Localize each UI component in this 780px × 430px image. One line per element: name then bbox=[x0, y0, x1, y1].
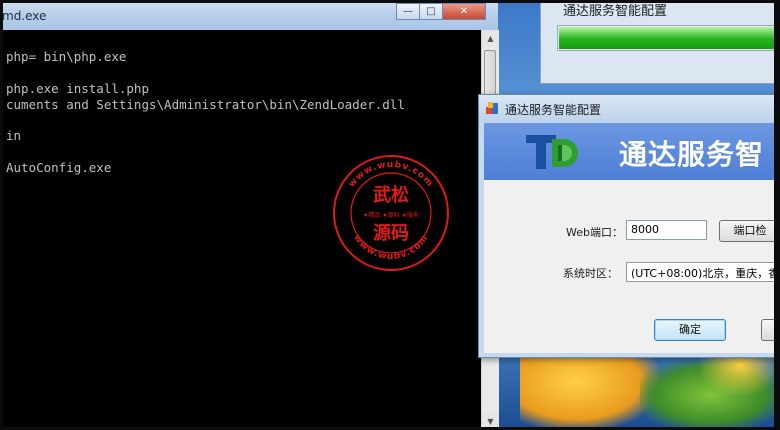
progress-bar bbox=[557, 25, 780, 51]
timezone-label: 系统时区： bbox=[563, 267, 618, 280]
watermark-stamp: www.wubv.com www.wubv.com 武松 ★精品 ★源码 ★服务… bbox=[333, 155, 449, 271]
console-line: php.exe install.php bbox=[6, 81, 149, 96]
desktop-wallpaper-flower bbox=[520, 350, 660, 430]
scroll-down-arrow-icon[interactable]: ▼ bbox=[482, 413, 499, 430]
svg-text:武松: 武松 bbox=[373, 184, 409, 206]
cancel-button[interactable] bbox=[761, 319, 780, 341]
console-line: in bbox=[6, 128, 22, 143]
scroll-up-arrow-icon[interactable]: ▲ bbox=[482, 30, 499, 47]
timezone-select[interactable]: (UTC+08:00)北京，重庆，香 bbox=[626, 262, 780, 282]
console-line: AutoConfig.exe bbox=[6, 160, 112, 175]
web-port-input[interactable]: 8000 bbox=[626, 220, 707, 240]
maximize-button[interactable]: □ bbox=[419, 3, 443, 20]
web-port-label: Web端口： bbox=[566, 226, 623, 239]
progress-bar-fill bbox=[559, 27, 777, 49]
console-line: php= bin\php.exe bbox=[6, 49, 127, 64]
config-dialog-titlebar[interactable]: 通达服务智能配置 bbox=[479, 95, 779, 123]
console-line: cuments and Settings\Administrator\bin\Z… bbox=[6, 97, 405, 112]
close-button[interactable]: ✕ bbox=[442, 3, 486, 20]
config-dialog-title: 通达服务智能配置 bbox=[505, 103, 602, 117]
progress-window-title: 通达服务智能配置 bbox=[563, 4, 668, 19]
td-logo bbox=[526, 135, 578, 169]
svg-text:★精品 ★源码 ★服务: ★精品 ★源码 ★服务 bbox=[363, 211, 419, 219]
cmd-titlebar[interactable]: md.exe — □ ✕ bbox=[0, 0, 498, 31]
cmd-window-controls: — □ ✕ bbox=[396, 3, 486, 20]
config-dialog-body: 通达服务智 Web端口： 8000 端口检 系统时区： (UTC+08:00)北… bbox=[484, 123, 780, 353]
app-icon bbox=[486, 102, 498, 114]
minimize-button[interactable]: — bbox=[396, 3, 420, 20]
banner-title: 通达服务智 bbox=[619, 138, 765, 171]
ok-button[interactable]: 确定 bbox=[654, 319, 726, 341]
scrollbar-thumb[interactable] bbox=[484, 50, 496, 98]
svg-text:源码: 源码 bbox=[373, 222, 409, 244]
config-banner: 通达服务智 bbox=[484, 123, 780, 180]
config-dialog[interactable]: 通达服务智能配置 通达服务智 Web端口： 8000 端口检 系统时区： (UT… bbox=[478, 94, 780, 358]
cmd-window-title: md.exe bbox=[2, 9, 47, 23]
progress-window: 通达服务智能配置 bbox=[540, 0, 780, 84]
port-check-button[interactable]: 端口检 bbox=[719, 220, 780, 242]
